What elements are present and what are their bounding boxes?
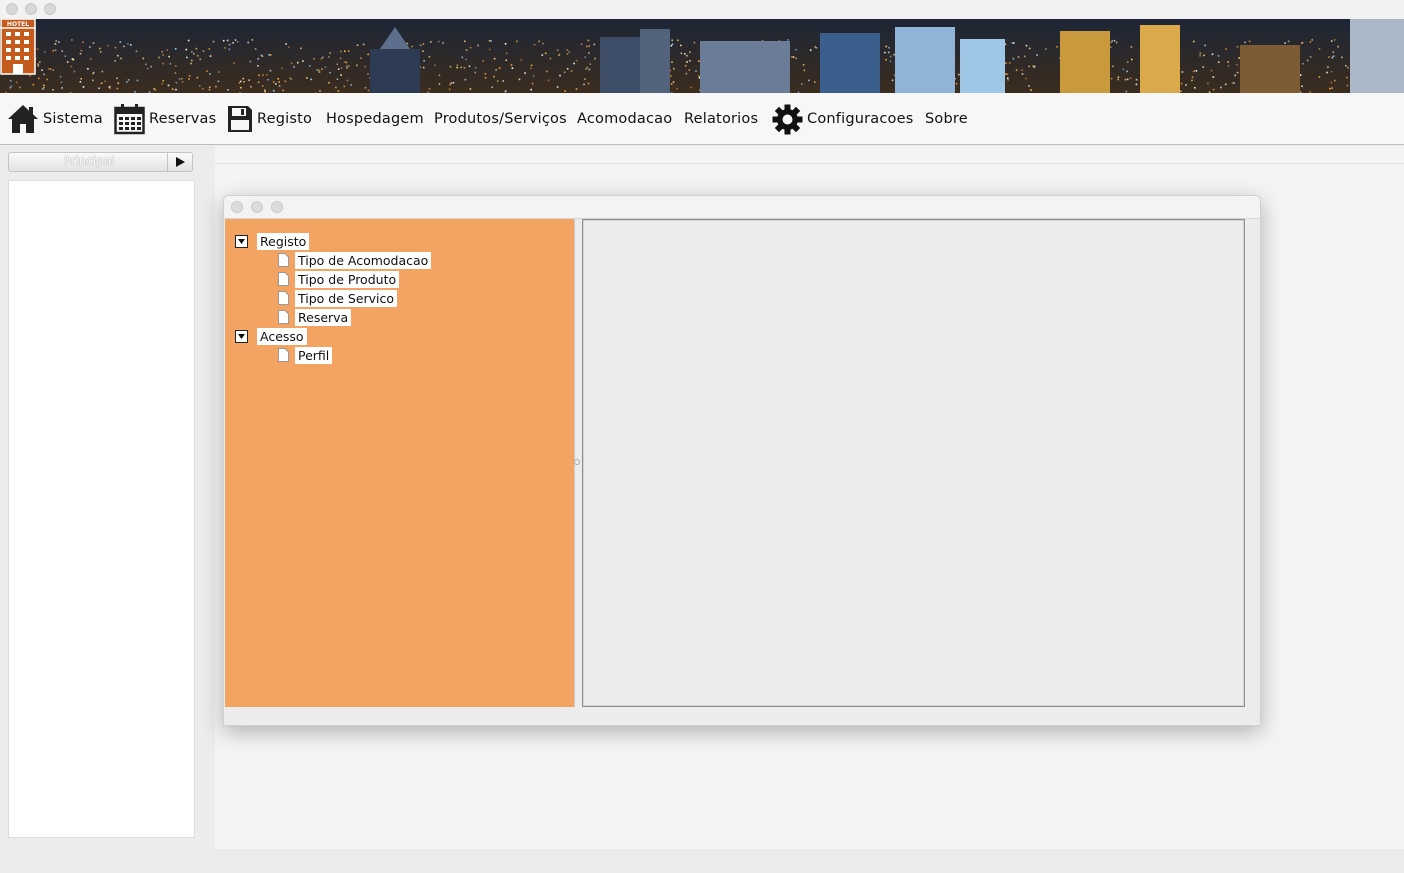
tree-node-registo[interactable]: Registo <box>235 232 310 250</box>
calendar-icon <box>114 104 145 135</box>
sidebar-content <box>8 180 195 838</box>
internal-close-button[interactable] <box>231 201 243 213</box>
document-icon <box>278 272 289 286</box>
desktop-divider <box>215 163 1404 164</box>
play-arrow-icon <box>175 157 185 167</box>
document-icon <box>278 348 289 362</box>
close-window-button[interactable] <box>6 3 18 15</box>
menu-registo[interactable]: Registo <box>227 93 312 145</box>
window-title-bar <box>0 0 1404 19</box>
internal-frame-title-bar[interactable] <box>224 196 1260 219</box>
tree-node-label: Registo <box>257 232 310 250</box>
menu-acomodacao-label: Acomodacao <box>577 111 673 127</box>
menu-registo-label: Registo <box>257 111 313 127</box>
menu-sobre[interactable]: Sobre <box>925 93 968 145</box>
hotel-logo-icon: HOTEL <box>0 19 36 75</box>
tree-leaf-label: Tipo de Servico <box>295 289 398 307</box>
menu-relatorios-label: Relatorios <box>684 111 759 127</box>
collapse-toggle[interactable] <box>235 329 248 343</box>
menu-hospedagem-label: Hospedagem <box>326 111 424 127</box>
tree-leaf-tipo-produto[interactable]: Tipo de Produto <box>278 270 400 288</box>
menu-sistema-label: Sistema <box>43 111 103 127</box>
tree-node-label: Acesso <box>257 327 307 345</box>
minimize-window-button[interactable] <box>25 3 37 15</box>
svg-text:HOTEL: HOTEL <box>7 21 29 28</box>
city-skyline-image <box>0 19 1404 93</box>
content-pane <box>582 219 1245 707</box>
menu-acomodacao[interactable]: Acomodacao <box>577 93 672 145</box>
tree-leaf-tipo-servico[interactable]: Tipo de Servico <box>278 289 398 307</box>
tree-node-acesso[interactable]: Acesso <box>235 327 307 345</box>
tree-leaf-reserva[interactable]: Reserva <box>278 308 352 326</box>
split-pane-divider-handle[interactable] <box>574 459 580 465</box>
tree-leaf-label: Tipo de Produto <box>295 270 400 288</box>
menu-sistema[interactable]: Sistema <box>7 93 103 145</box>
sidebar-expand-button[interactable] <box>167 153 192 171</box>
menu-configuracoes-label: Configuracoes <box>807 111 914 127</box>
sidebar-header[interactable]: Principal <box>8 152 193 172</box>
menu-hospedagem[interactable]: Hospedagem <box>326 93 424 145</box>
home-icon <box>8 105 38 133</box>
navigation-tree: Registo Tipo de Acomodacao Tipo de Produ… <box>225 219 575 707</box>
internal-maximize-button[interactable] <box>271 201 283 213</box>
tree-leaf-label: Tipo de Acomodacao <box>295 251 432 269</box>
menu-reservas-label: Reservas <box>149 111 217 127</box>
internal-minimize-button[interactable] <box>251 201 263 213</box>
triangle-down-icon <box>238 238 245 244</box>
collapse-toggle[interactable] <box>235 234 248 248</box>
triangle-down-icon <box>238 333 245 339</box>
menu-sobre-label: Sobre <box>925 111 968 127</box>
gear-icon <box>772 104 803 134</box>
menu-reservas[interactable]: Reservas <box>114 93 216 145</box>
status-footer <box>0 849 1404 873</box>
document-icon <box>278 310 289 324</box>
document-icon <box>278 253 289 267</box>
menu-relatorios[interactable]: Relatorios <box>684 93 758 145</box>
left-side-panel: Principal <box>0 146 207 849</box>
internal-frame[interactable]: Registo Tipo de Acomodacao Tipo de Produ… <box>223 195 1261 726</box>
document-icon <box>278 291 289 305</box>
tree-leaf-tipo-acomodacao[interactable]: Tipo de Acomodacao <box>278 251 432 269</box>
tree-leaf-label: Reserva <box>295 308 352 326</box>
tree-leaf-perfil[interactable]: Perfil <box>278 346 333 364</box>
menu-configuracoes[interactable]: Configuracoes <box>772 93 913 145</box>
menu-produtos-servicos[interactable]: Produtos/Serviços <box>434 93 567 145</box>
header-banner: HOTEL <box>0 19 1404 93</box>
tree-leaf-label: Perfil <box>295 346 333 364</box>
maximize-window-button[interactable] <box>44 3 56 15</box>
sidebar-title: Principal <box>63 154 115 168</box>
floppy-disk-icon <box>228 106 252 132</box>
main-menu-bar: Sistema Reservas Registo Hospedagem Prod… <box>0 93 1404 145</box>
menu-produtos-servicos-label: Produtos/Serviços <box>434 111 567 127</box>
